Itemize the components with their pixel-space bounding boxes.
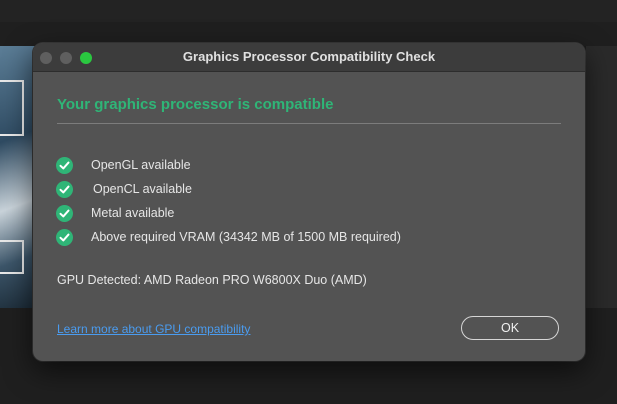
check-label: OpenCL available bbox=[93, 182, 192, 196]
gpu-detected-text: GPU Detected: AMD Radeon PRO W6800X Duo … bbox=[57, 273, 367, 287]
ok-button[interactable]: OK bbox=[461, 316, 559, 340]
dialog-titlebar: Graphics Processor Compatibility Check bbox=[33, 43, 585, 72]
gpu-compatibility-dialog: Graphics Processor Compatibility Check Y… bbox=[33, 43, 585, 361]
check-circle-icon bbox=[56, 205, 73, 222]
check-label: Above required VRAM (34342 MB of 1500 MB… bbox=[91, 230, 401, 244]
check-label: Metal available bbox=[91, 206, 175, 220]
check-circle-icon bbox=[56, 181, 73, 198]
learn-more-link[interactable]: Learn more about GPU compatibility bbox=[57, 322, 250, 336]
divider bbox=[57, 123, 561, 124]
check-circle-icon bbox=[56, 157, 73, 174]
app-side-panel bbox=[586, 46, 617, 308]
dialog-title: Graphics Processor Compatibility Check bbox=[182, 49, 436, 64]
compatibility-heading: Your graphics processor is compatible bbox=[57, 96, 334, 113]
preview-frame bbox=[0, 80, 24, 136]
app-toolbar bbox=[0, 0, 617, 23]
check-label: OpenGL available bbox=[91, 158, 191, 172]
preview-frame bbox=[0, 240, 24, 274]
check-circle-icon bbox=[56, 229, 73, 246]
